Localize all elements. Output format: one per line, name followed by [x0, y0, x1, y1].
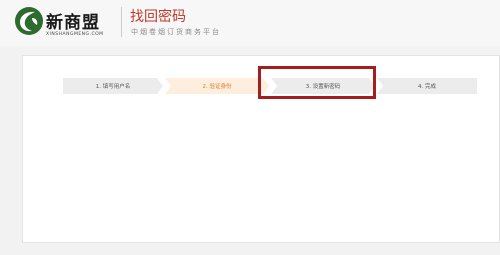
header-divider: [121, 7, 122, 37]
page-title: 找回密码: [130, 9, 186, 25]
site-logo[interactable]: 新商盟 XINSHANGMENG.COM: [14, 5, 114, 41]
logo-mark-icon: [15, 7, 43, 35]
logo-name: 新商盟: [46, 13, 100, 33]
logo-domain: XINSHANGMENG.COM: [46, 32, 104, 37]
page-subtitle: 中烟卷烟订货商务平台: [131, 28, 221, 36]
step-enter-username: 1. 填写用户名: [63, 78, 163, 94]
header: 新商盟 XINSHANGMENG.COM 找回密码 中烟卷烟订货商务平台: [0, 0, 500, 46]
step-complete: 4. 完成: [377, 78, 477, 94]
step-verify-identity: 2. 验证身份: [165, 78, 269, 94]
highlight-annotation-box: [258, 66, 376, 99]
